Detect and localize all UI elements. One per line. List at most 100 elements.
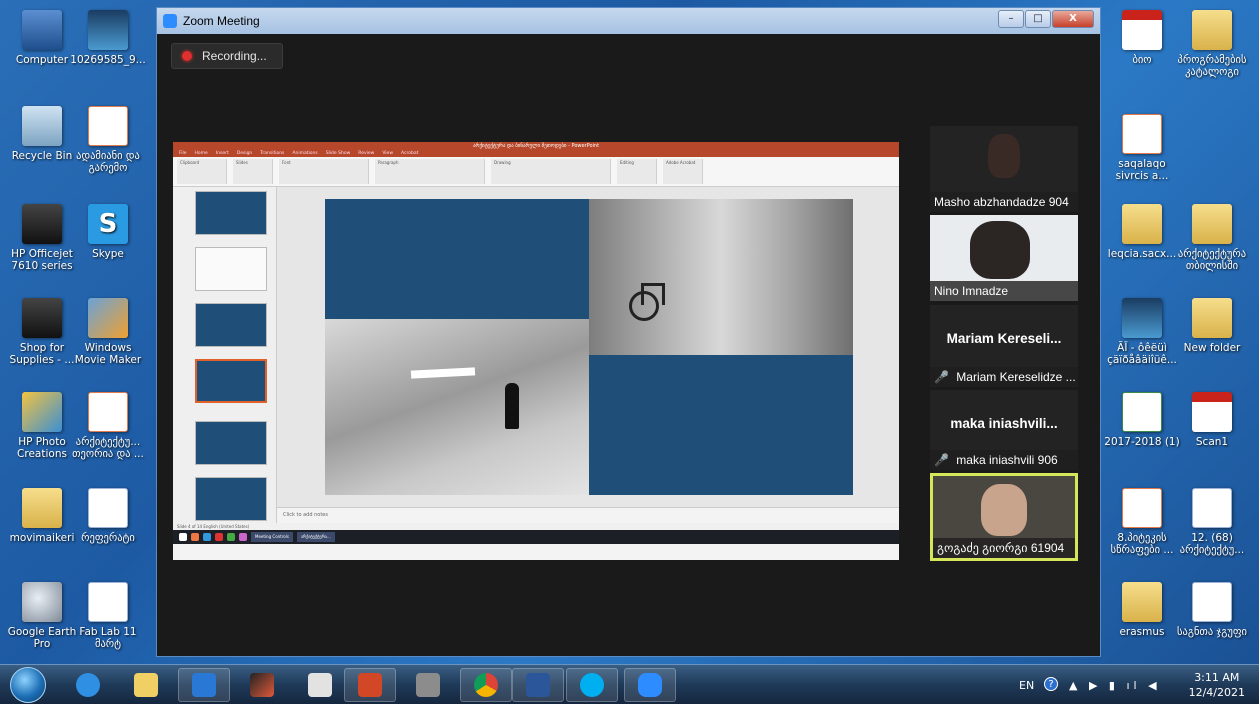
language-indicator[interactable]: EN xyxy=(1019,679,1034,692)
pdf-file-icon xyxy=(1192,392,1232,432)
wheelchair-photo xyxy=(589,199,853,355)
desktop-icon-referati[interactable]: რეფერატი xyxy=(70,488,146,544)
word-document-icon xyxy=(88,488,128,528)
ppt-tab: Insert xyxy=(215,151,229,156)
windows-logo-icon xyxy=(179,533,187,541)
participant-tile[interactable]: Mariam Kereseli... 🎤 Mariam Kereselidze … xyxy=(930,305,1078,387)
slide-thumbnail-selected xyxy=(195,359,267,403)
taskbar-cash-register[interactable] xyxy=(402,668,454,702)
desktop-icon-movimaikeri[interactable]: movimaikeri xyxy=(4,488,80,544)
ppt-ribbon: Clipboard Slides Font Paragraph Drawing … xyxy=(173,157,899,187)
participant-tile-active-speaker[interactable]: გოგაძე გიორგი 61904 xyxy=(930,473,1078,561)
minimize-button[interactable]: – xyxy=(998,10,1024,28)
slide-thumbnail xyxy=(195,191,267,235)
desktop-icon-garbled-file[interactable]: ÃĪ - ôêëüì çäïðåâäiîüê... xyxy=(1104,298,1180,366)
meeting-area: Recording... არქიტექტურა და ბინარული მეთ… xyxy=(157,34,1100,656)
recording-label: Recording... xyxy=(202,49,267,63)
desktop-icon-google-earth[interactable]: Google Earth Pro xyxy=(4,582,80,650)
close-button[interactable]: X xyxy=(1052,10,1094,28)
app-icon xyxy=(215,533,223,541)
window-titlebar[interactable]: Zoom Meeting – □ X xyxy=(157,8,1100,34)
desktop-icon-2017-2018[interactable]: 2017-2018 (1) xyxy=(1104,392,1180,448)
ppt-tab: Transitions xyxy=(260,151,285,156)
desktop-icon-recycle-bin[interactable]: Recycle Bin xyxy=(4,106,80,162)
taskbar-word[interactable] xyxy=(512,668,564,702)
zoom-meeting-window: Zoom Meeting – □ X Recording... არქიტექტ… xyxy=(156,7,1101,657)
slide-thumbnail xyxy=(195,247,267,291)
maximize-button[interactable]: □ xyxy=(1025,10,1051,28)
file-explorer-icon xyxy=(134,673,158,697)
taskbar-snipping-tool[interactable] xyxy=(294,668,346,702)
powerpoint-file-icon xyxy=(88,106,128,146)
desktop-icon-pitek[interactable]: 8.პიტეკის სწრაფები ... xyxy=(1104,488,1180,556)
taskbar-media-player[interactable] xyxy=(178,668,230,702)
folder-icon xyxy=(1192,298,1232,338)
cash-register-icon xyxy=(416,673,440,697)
desktop-icon-program-catalog[interactable]: პროგრამების კატალოგი xyxy=(1174,10,1250,78)
zoom-icon xyxy=(638,673,662,697)
desktop-icon-erasmus[interactable]: erasmus xyxy=(1104,582,1180,638)
desktop-icon-hp-photo[interactable]: HP Photo Creations xyxy=(4,392,80,460)
clock[interactable]: 3:11 AM 12/4/2021 xyxy=(1189,670,1245,700)
taskbar-internet-explorer[interactable] xyxy=(62,668,114,702)
taskbar-zoom[interactable] xyxy=(624,668,676,702)
participant-display-name: Mariam Kereseli... xyxy=(946,331,1062,346)
participant-tile[interactable]: Masho abzhandadze 904 xyxy=(930,126,1078,212)
help-icon[interactable]: ? xyxy=(1044,677,1058,691)
desktop-icon-computer[interactable]: Computer xyxy=(4,10,80,66)
shared-screen: არქიტექტურა და ბინარული მეთოდები - Power… xyxy=(173,142,899,560)
ribbon-group: Slides xyxy=(233,159,273,184)
powerpoint-file-icon xyxy=(88,392,128,432)
powerpoint-file-icon xyxy=(1122,488,1162,528)
desktop-icon-subject-group[interactable]: საგნთა ჯგუფი xyxy=(1174,582,1250,638)
desktop-icon-12-68[interactable]: 12. (68) არქიტექტუ... xyxy=(1174,488,1250,556)
tray-icons[interactable]: ▲ ▶ ▮ ıl ◀ xyxy=(1069,679,1161,692)
desktop-icon-new-folder[interactable]: New folder xyxy=(1174,298,1250,354)
desktop-icon-fab-lab[interactable]: Fab Lab 11 მარტ xyxy=(70,582,146,650)
windows-taskbar: EN ? ▲ ▶ ▮ ıl ◀ 3:11 AM 12/4/2021 xyxy=(0,664,1259,704)
desktop-icon-architecture-theory[interactable]: არქიტექტუ... თეორია და ... xyxy=(70,392,146,460)
taskbar-chrome[interactable] xyxy=(460,668,512,702)
ceiling-light xyxy=(410,367,476,379)
recording-indicator[interactable]: Recording... xyxy=(171,43,283,69)
zoom-app-icon xyxy=(163,14,177,28)
desktop-icon-ppt-environment[interactable]: ადამიანი და გარემო xyxy=(70,106,146,174)
internet-explorer-icon xyxy=(76,673,100,697)
ppt-status-bar: Slide 4 of 14 English (United States) xyxy=(173,523,899,530)
desktop-icon-architecture-tbilisi[interactable]: არქიტექტურა თბილისში xyxy=(1174,204,1250,272)
taskbar-archicad[interactable] xyxy=(236,668,288,702)
skype-icon: S xyxy=(88,204,128,244)
ribbon-group: Clipboard xyxy=(177,159,227,184)
start-button[interactable] xyxy=(10,667,46,703)
snipping-tool-icon xyxy=(308,673,332,697)
ribbon-group: Font xyxy=(279,159,369,184)
desktop-icon-bio[interactable]: ბიო xyxy=(1104,10,1180,66)
taskbar-explorer[interactable] xyxy=(120,668,172,702)
participant-name: Mariam Kereselidze ... xyxy=(956,370,1076,384)
desktop-icon-scan1[interactable]: Scan1 xyxy=(1174,392,1250,448)
desktop-icon-hp-officejet[interactable]: HP Officejet 7610 series xyxy=(4,204,80,272)
participant-tile[interactable]: maka iniashvili... 🎤 maka iniashvili 906 xyxy=(930,390,1078,470)
printer-icon xyxy=(22,204,62,244)
desktop-icon-leqcia[interactable]: leqcia.sacx... xyxy=(1104,204,1180,260)
app-icon xyxy=(227,533,235,541)
app-icon xyxy=(239,533,247,541)
pdf-file-icon xyxy=(1122,10,1162,50)
taskbar-powerpoint[interactable] xyxy=(344,668,396,702)
taskbar-skype[interactable] xyxy=(566,668,618,702)
desktop-icon-image[interactable]: 10269585_9... xyxy=(70,10,146,66)
remote-task: Meeting Controls xyxy=(251,532,293,542)
desktop-icon-shop-supplies[interactable]: Shop for Supplies - ... xyxy=(4,298,80,366)
slide-thumbnails xyxy=(173,187,277,535)
desktop-icon-skype[interactable]: S Skype xyxy=(70,204,146,260)
slide-thumbnail xyxy=(195,303,267,347)
participant-video xyxy=(988,134,1020,178)
computer-icon xyxy=(22,10,62,50)
participant-tile[interactable]: Nino Imnadze xyxy=(930,215,1078,301)
photo-creations-icon xyxy=(22,392,62,432)
current-slide xyxy=(325,199,853,495)
desktop-icon-movie-maker[interactable]: Windows Movie Maker xyxy=(70,298,146,366)
desktop-icon-saqalaqo[interactable]: saqalaqo sivrcis a... xyxy=(1104,114,1180,182)
excel-file-icon xyxy=(1122,392,1162,432)
ribbon-group: Drawing xyxy=(491,159,611,184)
